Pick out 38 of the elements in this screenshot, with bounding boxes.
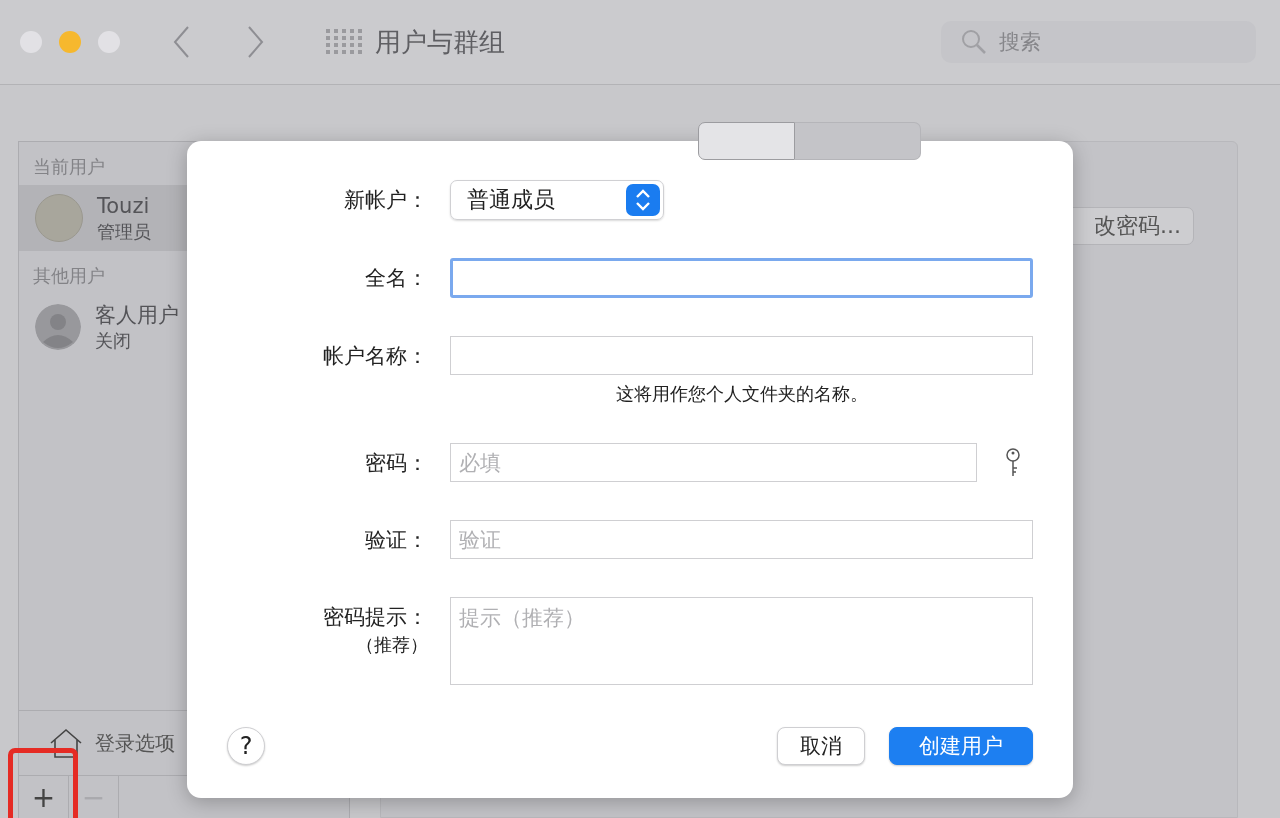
add-button[interactable]: +: [19, 776, 69, 818]
input-field[interactable]: 必填: [450, 443, 977, 482]
help-button[interactable]: ?: [227, 727, 265, 765]
user-name: 客人用户: [95, 301, 179, 329]
user-name: Touzi: [97, 192, 151, 220]
section-heading: 当前用户: [32, 155, 106, 179]
cancel-button[interactable]: 取消: [777, 727, 865, 765]
forward-icon[interactable]: [245, 25, 265, 59]
search-field[interactable]: 搜索: [941, 21, 1256, 63]
avatar-photo-placeholder: [35, 194, 83, 242]
minimize-button[interactable]: [59, 31, 81, 53]
input-field[interactable]: 验证: [450, 520, 1033, 559]
user-role: 管理员: [97, 219, 151, 244]
highlight-frame: [8, 748, 78, 818]
input-field[interactable]: [450, 258, 1033, 298]
grid-icon[interactable]: [326, 29, 362, 55]
tab[interactable]: [697, 122, 795, 160]
input-field[interactable]: [450, 336, 1033, 375]
account-type-popup[interactable]: 普通成员: [450, 180, 664, 220]
search-icon: [961, 29, 987, 55]
user-role: 关闭: [95, 328, 132, 353]
back-icon[interactable]: [172, 25, 192, 59]
key-icon[interactable]: [1005, 447, 1021, 478]
field-sublabel: （推荐）: [356, 633, 428, 657]
field-label: 密码：: [365, 450, 428, 477]
hint-textarea[interactable]: 提示（推荐）: [450, 597, 1033, 685]
stepper-icon: [626, 184, 660, 216]
field-label: 密码提示：: [323, 604, 428, 631]
create-user-button[interactable]: 创建用户: [889, 727, 1033, 765]
window-title: 用户与群组: [375, 25, 505, 59]
hint-text: 这将用作您个人文件夹的名称。: [614, 383, 869, 405]
tab[interactable]: [794, 122, 921, 160]
avatar-icon: [35, 304, 81, 350]
field-label: 验证：: [365, 527, 428, 554]
field-label: 帐户名称：: [323, 343, 428, 370]
field-label: 全名：: [365, 265, 428, 292]
section-heading: 其他用户: [32, 264, 106, 288]
house-icon: [49, 728, 83, 758]
